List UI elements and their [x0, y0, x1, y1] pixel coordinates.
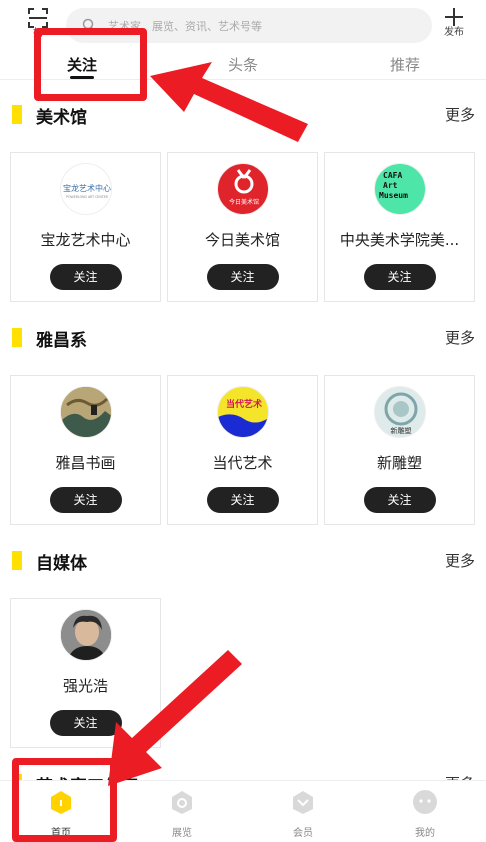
plus-icon — [445, 8, 463, 26]
account-name: 雅昌书画 — [55, 454, 116, 472]
new-sculpture-logo: 新雕塑 — [373, 386, 426, 438]
scan-icon — [28, 8, 48, 28]
account-name: 当代艺术 — [212, 454, 273, 472]
svg-text:今日美术馆: 今日美术馆 — [228, 198, 258, 206]
svg-text:新雕塑: 新雕塑 — [390, 426, 411, 435]
arrow-to-follow-tab — [150, 62, 308, 142]
more-link[interactable]: 更多 — [445, 327, 475, 348]
follow-button[interactable]: 关注 — [206, 264, 279, 290]
section-header-artron: 雅昌系 更多 — [0, 325, 486, 351]
account-card[interactable]: 当代艺术 当代艺术 关注 — [167, 375, 318, 525]
account-card[interactable]: 今日美术馆 今日美术馆 关注 — [167, 152, 318, 302]
section-title: 雅昌系 — [36, 331, 87, 351]
exhibition-icon — [172, 791, 192, 814]
highlight-box-follow-tab — [34, 28, 147, 101]
account-name: 宝龙艺术中心 — [40, 231, 131, 249]
account-card[interactable]: 新雕塑 新雕塑 关注 — [324, 375, 475, 525]
powerlong-logo: 宝龙艺术中心 POWERLONG ART CENTER — [59, 163, 112, 215]
section-title: 自媒体 — [36, 554, 87, 574]
svg-text:Art: Art — [383, 181, 398, 190]
section-header-self-media: 自媒体 更多 — [0, 548, 486, 574]
nav-label: 会员 — [293, 828, 313, 839]
section-accent-bar — [12, 328, 22, 347]
account-name: 今日美术馆 — [204, 231, 280, 249]
follow-button[interactable]: 关注 — [49, 487, 122, 513]
publish-button[interactable]: 发布 — [436, 7, 472, 45]
more-link[interactable]: 更多 — [445, 104, 475, 125]
tab-recommended[interactable]: 推荐 — [365, 54, 445, 75]
account-card[interactable]: 雅昌书画 关注 — [10, 375, 161, 525]
account-card[interactable]: CAFA Art Museum 中央美术学院美... 关注 — [324, 152, 475, 302]
section-accent-bar — [12, 551, 22, 570]
section-title: 美术馆 — [36, 108, 87, 128]
account-card[interactable]: 宝龙艺术中心 POWERLONG ART CENTER 宝龙艺术中心 关注 — [10, 152, 161, 302]
svg-text:当代艺术: 当代艺术 — [225, 398, 261, 410]
follow-button[interactable]: 关注 — [363, 487, 436, 513]
svg-text:CAFA: CAFA — [383, 171, 402, 180]
nav-label: 我的 — [415, 828, 435, 839]
follow-button[interactable]: 关注 — [206, 487, 279, 513]
nav-exhibition[interactable]: 展览 — [142, 789, 222, 839]
section-accent-bar — [12, 105, 22, 124]
arrow-to-home-nav — [108, 650, 242, 786]
svg-text:Museum: Museum — [379, 191, 408, 200]
today-art-museum-logo: 今日美术馆 — [216, 163, 269, 215]
nav-label: 展览 — [172, 828, 192, 839]
account-name: 新雕塑 — [376, 454, 422, 472]
nav-member[interactable]: 会员 — [263, 789, 343, 839]
account-name: 中央美术学院美... — [339, 231, 460, 249]
highlight-box-home-nav — [12, 758, 117, 842]
cafa-art-museum-logo: CAFA Art Museum — [373, 163, 426, 215]
follow-button[interactable]: 关注 — [49, 264, 122, 290]
member-icon — [293, 791, 313, 814]
contemporary-art-logo: 当代艺术 — [216, 386, 269, 438]
publish-label: 发布 — [444, 27, 464, 38]
more-link[interactable]: 更多 — [445, 550, 475, 571]
nav-profile[interactable]: 我的 — [385, 789, 465, 839]
svg-text:宝龙艺术中心: 宝龙艺术中心 — [63, 183, 111, 193]
artron-painting-logo — [59, 386, 112, 438]
follow-button[interactable]: 关注 — [363, 264, 436, 290]
svg-text:POWERLONG ART CENTER: POWERLONG ART CENTER — [66, 195, 109, 199]
profile-icon — [413, 790, 437, 814]
